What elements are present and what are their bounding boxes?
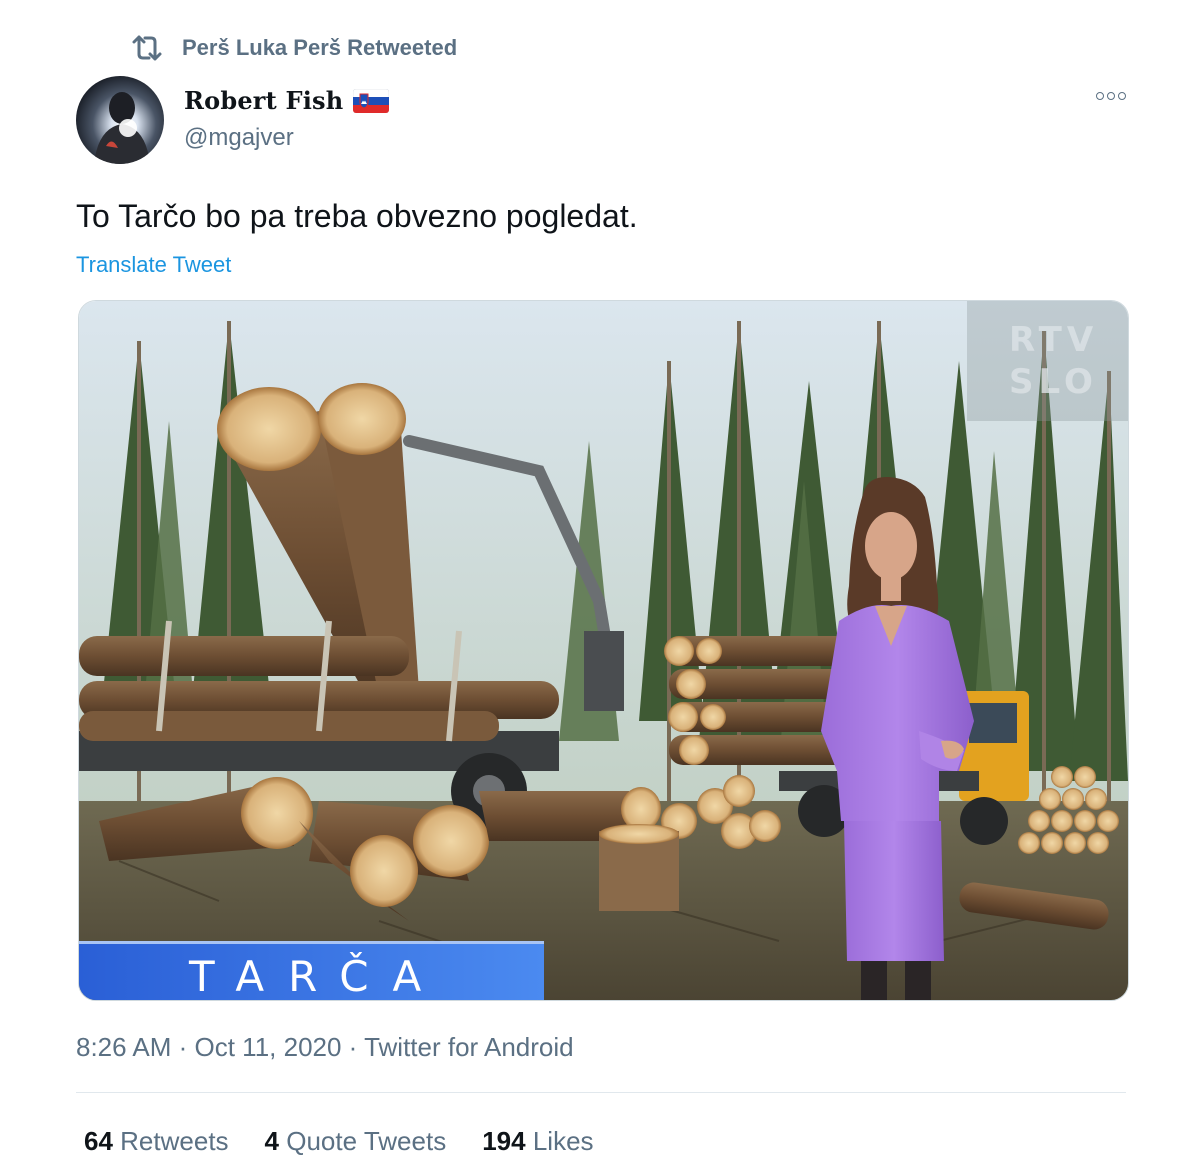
likes-link[interactable]: 194 Likes	[482, 1126, 593, 1157]
tweet-timestamp[interactable]: 8:26 AM · Oct 11, 2020 · Twitter for And…	[76, 1032, 574, 1063]
engagement-stats: 64 Retweets 4 Quote Tweets 194 Likes	[84, 1126, 594, 1157]
likes-count: 194	[482, 1126, 526, 1156]
avatar[interactable]	[76, 76, 164, 164]
retweet-header: Perš Luka Perš Retweeted	[130, 34, 457, 62]
more-options-button[interactable]	[1096, 92, 1126, 100]
translate-tweet-link[interactable]: Translate Tweet	[76, 252, 231, 278]
divider	[76, 1092, 1126, 1093]
author-name-row[interactable]: Robert Fish	[184, 86, 390, 115]
likes-label: Likes	[532, 1126, 594, 1156]
retweets-count: 64	[84, 1126, 113, 1156]
more-dot-icon	[1107, 92, 1115, 100]
quote-tweets-link[interactable]: 4 Quote Tweets	[265, 1126, 447, 1157]
watermark-slo: SLO	[1009, 362, 1098, 402]
retweeted-by-link[interactable]: Perš Luka Perš Retweeted	[182, 35, 457, 61]
quote-tweets-label: Quote Tweets	[286, 1126, 447, 1156]
author-handle[interactable]: @mgajver	[184, 124, 294, 152]
tweet-media-image[interactable]: RTV SLO TARČA	[78, 300, 1129, 1001]
tweet-text: To Tarčo bo pa treba obvezno pogledat.	[76, 198, 638, 234]
more-dot-icon	[1096, 92, 1104, 100]
author-name[interactable]: Robert Fish	[184, 86, 343, 115]
watermark-rtv: RTV	[1009, 320, 1098, 360]
show-title: TARČA	[188, 951, 445, 1000]
retweets-label: Retweets	[120, 1126, 229, 1156]
retweets-count-link[interactable]: 64 Retweets	[84, 1126, 229, 1157]
quote-tweets-count: 4	[264, 1126, 280, 1156]
slovenia-flag-icon	[353, 88, 390, 113]
retweet-icon	[130, 34, 164, 62]
more-dot-icon	[1118, 92, 1126, 100]
